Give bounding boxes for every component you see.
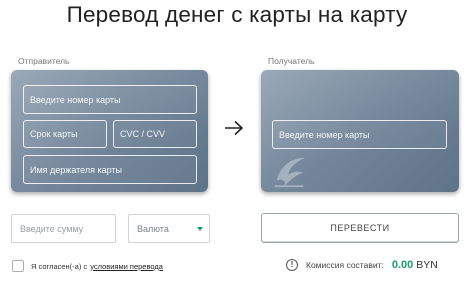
sender-cvc-placeholder: CVC / CVV [120,129,166,139]
recipient-card: Введите номер карты [261,70,459,192]
commission-currency: BYN [416,259,438,271]
sender-cvc-input[interactable]: CVC / CVV [113,120,197,148]
agreement-row: Я согласен(-а) с условиями перевода [12,259,163,273]
info-icon: ! [286,259,298,271]
arrow-right-icon [225,120,244,136]
commission-label: Комиссия составит: [306,260,384,270]
transfer-page: Перевод денег с карты на карту Отправите… [0,0,474,285]
currency-selected-value: Валюта [137,223,169,234]
currency-select[interactable]: Валюта [128,214,210,243]
terms-link[interactable]: условиями перевода [90,262,163,271]
amount-input[interactable]: Введите сумму [11,214,116,243]
sender-expiry-input[interactable]: Срок карты [23,120,107,148]
amount-placeholder: Введите сумму [20,223,84,234]
transfer-button[interactable]: ПЕРЕВЕСТИ [261,213,459,243]
page-title: Перевод денег с карты на карту [66,2,408,27]
commission-row: ! Комиссия составит: 0.00 BYN [286,257,438,273]
agreement-text: Я согласен(-а) с [31,261,88,271]
agreement-checkbox[interactable] [12,260,24,272]
sender-card-number-placeholder: Введите номер карты [30,94,121,105]
recipient-card-number-placeholder: Введите номер карты [279,129,370,140]
recipient-card-number-input[interactable]: Введите номер карты [272,120,447,149]
sender-holder-input[interactable]: Имя держателя карты [23,155,197,184]
sender-card: Введите номер карты Срок карты CVC / CVV… [11,70,208,192]
commission-value: 0.00 [391,259,414,271]
chevron-down-icon [197,227,203,231]
bank-logo-icon [274,157,306,188]
sender-card-number-input[interactable]: Введите номер карты [23,85,197,114]
sender-label: Отправитель [18,56,70,66]
recipient-label: Получатель [268,56,315,66]
sender-expiry-placeholder: Срок карты [30,129,78,139]
transfer-button-label: ПЕРЕВЕСТИ [330,223,390,233]
sender-holder-placeholder: Имя держателя карты [30,164,123,175]
